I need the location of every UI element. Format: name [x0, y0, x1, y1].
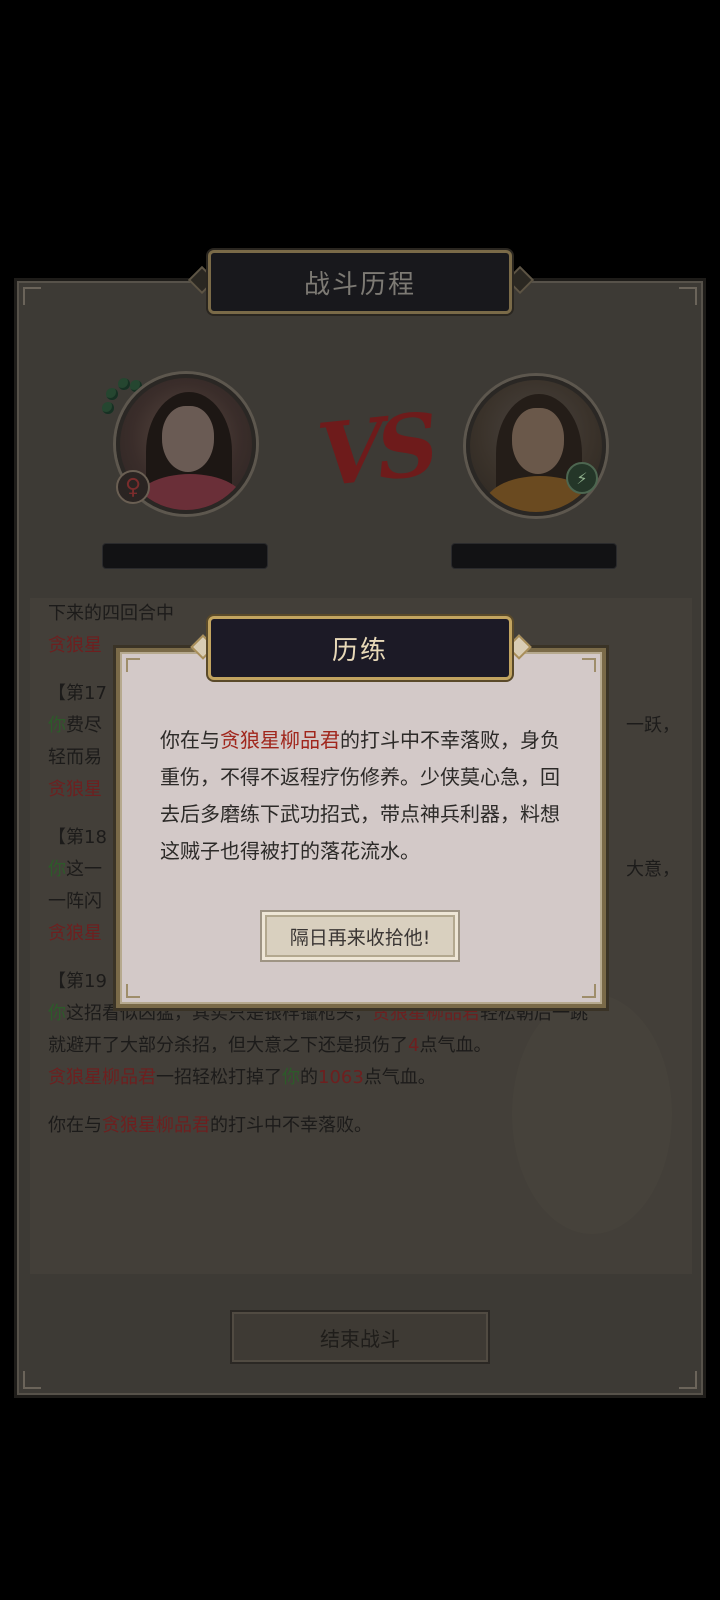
log-segment: 一招轻松打掉了 — [156, 1067, 282, 1088]
log-segment: 点气血。 — [363, 1067, 436, 1088]
log-segment: 贪狼星柳品君 — [48, 1067, 156, 1088]
log-segment: 贪狼星柳品君 — [102, 1115, 210, 1136]
log-segment: 【第18 — [48, 827, 107, 848]
log-segment: 你 — [48, 859, 66, 880]
log-segment: 贪狼星 — [48, 923, 102, 944]
enemy-avatar[interactable] — [466, 376, 606, 516]
panel-corner-ornament — [23, 1371, 41, 1389]
enemy-name-bar — [451, 543, 617, 569]
log-segment: 就避开了大部分杀招，但大意之下还是损伤了 — [48, 1035, 408, 1056]
end-battle-button[interactable]: 结束战斗 — [230, 1310, 490, 1364]
log-segment: 大意， — [626, 859, 680, 880]
log-segment: 的打斗中不幸落败。 — [210, 1115, 372, 1136]
log-segment: 【第19 — [48, 971, 107, 992]
log-segment: 这一 — [66, 859, 102, 880]
log-segment: 【第17 — [48, 683, 107, 704]
dialog-corner-ornament — [582, 658, 596, 672]
log-segment: 一阵闪 — [48, 891, 102, 912]
log-segment: 4 — [408, 1035, 420, 1056]
dialog-title: 历练 — [208, 616, 512, 680]
dialog-corner-ornament — [126, 984, 140, 998]
log-segment: 贪狼星 — [48, 779, 102, 800]
log-segment: 费尽 — [66, 715, 102, 736]
log-segment: 贪狼星 — [48, 635, 102, 656]
log-segment: 你 — [282, 1067, 300, 1088]
panel-corner-ornament — [679, 287, 697, 305]
log-line: 贪狼星柳品君一招轻松打掉了你的1063点气血。 — [30, 1062, 692, 1094]
log-segment: 你 — [48, 715, 66, 736]
panel-corner-ornament — [23, 287, 41, 305]
versus-emblem: VS — [313, 394, 436, 507]
log-segment: 一跃， — [626, 715, 680, 736]
dialog-message-before: 你在与 — [160, 728, 220, 752]
log-line: 你在与贪狼星柳品君的打斗中不幸落败。 — [30, 1110, 692, 1142]
log-line: 就避开了大部分杀招，但大意之下还是损伤了4点气血。 — [30, 1030, 692, 1062]
log-segment: 点气血。 — [419, 1035, 492, 1056]
log-segment: 的 — [300, 1067, 318, 1088]
log-segment: 轻而易 — [48, 747, 102, 768]
confirm-retreat-button[interactable]: 隔日再来收拾他! — [260, 910, 460, 962]
log-segment: 你在与 — [48, 1115, 102, 1136]
log-segment: 下来的四回合中 — [48, 603, 174, 624]
school-badge-icon: ⚡ — [566, 462, 598, 494]
panel-title: 战斗历程 — [208, 250, 512, 314]
panel-corner-ornament — [679, 1371, 697, 1389]
player-name-bar — [102, 543, 268, 569]
dialog-corner-ornament — [126, 658, 140, 672]
dialog-message: 你在与贪狼星柳品君的打斗中不幸落败，身负重伤，不得不返程疗伤修养。少侠莫心急，回… — [160, 722, 562, 870]
log-segment: 你 — [48, 1003, 66, 1024]
female-gender-icon: ♀ — [116, 470, 150, 504]
dialog-enemy-name: 贪狼星柳品君 — [220, 728, 340, 752]
log-segment: 1063 — [318, 1067, 364, 1088]
dialog-corner-ornament — [582, 984, 596, 998]
